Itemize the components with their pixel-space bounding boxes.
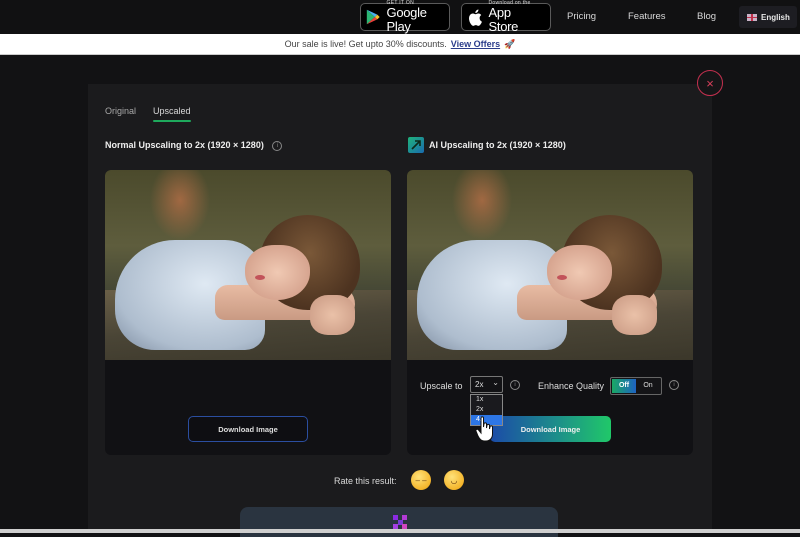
upscale-info-icon[interactable]: i xyxy=(510,380,520,390)
info-icon[interactable]: i xyxy=(272,140,283,151)
uk-flag-icon xyxy=(747,13,757,21)
normal-upscaling-title: Normal Upscaling to 2x (1920 × 1280) i xyxy=(105,140,283,151)
close-icon: × xyxy=(706,75,714,91)
active-tab-indicator xyxy=(153,120,191,122)
hand-cursor-icon xyxy=(475,416,493,442)
upscale-option-2x[interactable]: 2x xyxy=(471,405,502,415)
tab-original[interactable]: Original xyxy=(105,106,136,116)
toggle-on-option[interactable]: On xyxy=(636,379,660,393)
normal-download-button[interactable]: Download Image xyxy=(188,416,308,442)
rate-result-label: Rate this result: xyxy=(334,476,397,486)
close-button[interactable]: × xyxy=(697,70,723,96)
nav-link-blog[interactable]: Blog xyxy=(697,11,716,22)
loading-icon xyxy=(393,515,407,529)
nav-link-features[interactable]: Features xyxy=(628,11,666,22)
upscale-option-1x[interactable]: 1x xyxy=(471,395,502,405)
language-label: English xyxy=(761,12,790,22)
upscale-to-label: Upscale to xyxy=(420,381,463,391)
happy-face-icon[interactable]: ◡ xyxy=(444,470,464,490)
toggle-off-option[interactable]: Off xyxy=(612,379,636,393)
bottom-edge xyxy=(0,529,800,533)
google-play-icon xyxy=(366,9,380,25)
upscale-select-value: 2x xyxy=(475,380,484,389)
rocket-icon: 🚀 xyxy=(504,38,516,49)
app-store-label: App Store xyxy=(488,5,519,34)
arrow-expand-icon xyxy=(411,140,421,150)
normal-upscale-panel: Download Image xyxy=(105,170,391,455)
enhance-info-icon[interactable]: i xyxy=(669,380,679,390)
view-offers-link[interactable]: View Offers xyxy=(451,39,500,49)
enhance-quality-label: Enhance Quality xyxy=(538,381,605,391)
promo-text: Our sale is live! Get upto 30% discounts… xyxy=(284,39,447,49)
ai-download-button[interactable]: Download Image xyxy=(490,416,611,442)
google-play-label: Google Play xyxy=(386,5,427,34)
app-store-button[interactable]: Download on the App Store xyxy=(461,0,551,34)
chevron-down-icon: ⌄ xyxy=(492,378,499,387)
top-navigation: GET IT ON Google Play Download on the Ap… xyxy=(0,0,800,34)
language-selector[interactable]: English xyxy=(739,6,797,28)
nav-link-pricing[interactable]: Pricing xyxy=(567,11,596,22)
promo-banner: Our sale is live! Get upto 30% discounts… xyxy=(0,34,800,55)
unhappy-face-icon[interactable]: ‒ ‒ xyxy=(411,470,431,490)
ai-upscaled-image xyxy=(407,170,693,360)
normal-upscaling-title-text: Normal Upscaling to 2x (1920 × 1280) xyxy=(105,140,264,150)
apple-icon xyxy=(469,8,482,26)
ai-upscale-icon xyxy=(408,137,424,153)
normal-upscaled-image xyxy=(105,170,391,360)
tab-upscaled[interactable]: Upscaled xyxy=(153,106,191,116)
ai-upscale-panel xyxy=(407,170,693,455)
enhance-quality-toggle[interactable]: Off On xyxy=(610,377,662,395)
ai-upscaling-title: AI Upscaling to 2x (1920 × 1280) xyxy=(429,140,566,150)
upscale-select[interactable]: 2x ⌄ xyxy=(470,376,503,393)
google-play-button[interactable]: GET IT ON Google Play xyxy=(360,0,450,34)
